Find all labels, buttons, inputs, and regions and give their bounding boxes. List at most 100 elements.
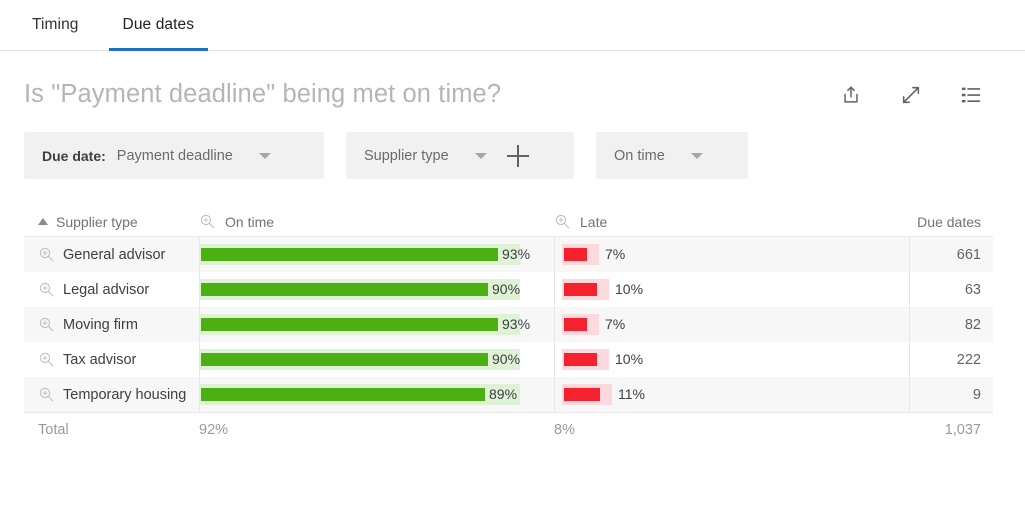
results-table: Supplier type On time Late Due dates Gen… bbox=[24, 207, 993, 447]
chevron-down-icon[interactable] bbox=[474, 152, 487, 159]
late-bar-track: 11% bbox=[562, 384, 645, 405]
cell-late: 7% bbox=[554, 237, 909, 272]
late-bar-track: 7% bbox=[562, 244, 625, 265]
table-row[interactable]: Tax advisor 90% 10% 222 bbox=[24, 342, 993, 377]
table-total-row: Total 92% 8% 1,037 bbox=[24, 412, 993, 447]
supplier-type-label: Tax advisor bbox=[63, 351, 137, 368]
on-time-percent-label: 90% bbox=[492, 351, 521, 367]
column-divider bbox=[554, 237, 555, 412]
chevron-down-icon[interactable] bbox=[258, 152, 271, 159]
cell-supplier-type: Temporary housing bbox=[24, 377, 199, 412]
on-time-bar-track: 90% bbox=[199, 279, 520, 300]
expand-icon[interactable] bbox=[899, 83, 923, 107]
late-bar-track: 7% bbox=[562, 314, 625, 335]
filter-supplier-type[interactable]: Supplier type bbox=[346, 132, 574, 179]
filter-on-time[interactable]: On time bbox=[596, 132, 748, 179]
cell-late: 11% bbox=[554, 377, 909, 412]
header-actions bbox=[839, 83, 1001, 107]
column-header-on-time[interactable]: On time bbox=[199, 213, 554, 230]
total-on-time: 92% bbox=[199, 422, 229, 438]
tab-timing[interactable]: Timing bbox=[10, 0, 101, 50]
table-row[interactable]: General advisor 93% 7% 661 bbox=[24, 237, 993, 272]
report-card: Is "Payment deadline" being met on time? bbox=[0, 51, 1025, 447]
cell-on-time: 90% bbox=[199, 272, 554, 307]
magnifier-plus-icon[interactable] bbox=[38, 281, 55, 298]
tab-due-dates-label: Due dates bbox=[122, 16, 195, 33]
column-divider bbox=[199, 237, 200, 412]
cell-late: 10% bbox=[554, 272, 909, 307]
filter-supplier-type-value: Supplier type bbox=[364, 147, 449, 164]
magnifier-plus-icon[interactable] bbox=[38, 386, 55, 403]
column-divider bbox=[909, 237, 910, 412]
total-late: 8% bbox=[554, 422, 575, 438]
on-time-bar-track: 89% bbox=[199, 384, 520, 405]
late-bar-track: 10% bbox=[562, 279, 643, 300]
card-header: Is "Payment deadline" being met on time? bbox=[24, 51, 1001, 109]
magnifier-plus-icon[interactable] bbox=[199, 213, 216, 230]
cell-late: 10% bbox=[554, 342, 909, 377]
late-percent-label: 7% bbox=[605, 316, 626, 332]
late-bar-fill bbox=[564, 248, 587, 261]
table-header-row: Supplier type On time Late Due dates bbox=[24, 207, 993, 236]
supplier-type-label: Temporary housing bbox=[63, 386, 187, 403]
late-bar-fill bbox=[564, 283, 597, 296]
on-time-bar-track: 90% bbox=[199, 349, 520, 370]
cell-due-dates: 222 bbox=[956, 351, 981, 368]
table-row[interactable]: Moving firm 93% 7% 82 bbox=[24, 307, 993, 342]
late-percent-label: 10% bbox=[615, 351, 644, 367]
cell-due-dates: 9 bbox=[972, 386, 981, 403]
cell-supplier-type: Legal advisor bbox=[24, 272, 199, 307]
total-due-dates: 1,037 bbox=[944, 422, 981, 438]
filter-due-date[interactable]: Due date: Payment deadline bbox=[24, 132, 324, 179]
cell-supplier-type: Moving firm bbox=[24, 307, 199, 342]
table-row[interactable]: Legal advisor 90% 10% 63 bbox=[24, 272, 993, 307]
column-header-due-dates[interactable]: Due dates bbox=[909, 214, 993, 230]
magnifier-plus-icon[interactable] bbox=[38, 316, 55, 333]
supplier-type-label: Moving firm bbox=[63, 316, 138, 333]
on-time-bar-fill bbox=[201, 318, 498, 331]
late-percent-label: 11% bbox=[618, 386, 645, 402]
on-time-bar-fill bbox=[201, 353, 488, 366]
late-percent-label: 10% bbox=[615, 281, 644, 297]
on-time-bar-track: 93% bbox=[199, 314, 530, 335]
on-time-bar-track: 93% bbox=[199, 244, 530, 265]
share-icon[interactable] bbox=[839, 83, 863, 107]
cell-late: 7% bbox=[554, 307, 909, 342]
magnifier-plus-icon[interactable] bbox=[554, 213, 571, 230]
cell-due-dates: 661 bbox=[956, 246, 981, 263]
table-row[interactable]: Temporary housing 89% 11% 9 bbox=[24, 377, 993, 412]
on-time-bar-fill bbox=[201, 388, 485, 401]
late-bar-track: 10% bbox=[562, 349, 643, 370]
add-filter-button[interactable] bbox=[506, 144, 529, 167]
on-time-percent-label: 93% bbox=[502, 246, 531, 262]
cell-supplier-type: General advisor bbox=[24, 237, 199, 272]
list-view-icon[interactable] bbox=[959, 83, 983, 107]
cell-due-dates: 82 bbox=[964, 316, 981, 333]
tab-due-dates[interactable]: Due dates bbox=[101, 0, 217, 51]
column-header-supplier-type[interactable]: Supplier type bbox=[24, 214, 199, 230]
cell-due-dates: 63 bbox=[964, 281, 981, 298]
column-header-late[interactable]: Late bbox=[554, 213, 909, 230]
cell-on-time: 89% bbox=[199, 377, 554, 412]
late-bar-fill bbox=[564, 353, 597, 366]
sort-ascending-icon[interactable] bbox=[38, 218, 48, 225]
on-time-percent-label: 90% bbox=[492, 281, 521, 297]
on-time-percent-label: 89% bbox=[489, 386, 518, 402]
supplier-type-label: General advisor bbox=[63, 246, 166, 263]
magnifier-plus-icon[interactable] bbox=[38, 351, 55, 368]
on-time-bar-fill bbox=[201, 248, 498, 261]
chevron-down-icon[interactable] bbox=[690, 152, 703, 159]
column-header-supplier-type-label: Supplier type bbox=[56, 213, 138, 230]
total-label: Total bbox=[38, 422, 69, 438]
cell-on-time: 93% bbox=[199, 307, 554, 342]
table-body: General advisor 93% 7% 661 Legal advisor 90% 1… bbox=[24, 236, 993, 412]
on-time-bar-fill bbox=[201, 283, 488, 296]
cell-on-time: 90% bbox=[199, 342, 554, 377]
cell-on-time: 93% bbox=[199, 237, 554, 272]
late-bar-fill bbox=[564, 388, 600, 401]
cell-supplier-type: Tax advisor bbox=[24, 342, 199, 377]
magnifier-plus-icon[interactable] bbox=[38, 246, 55, 263]
column-header-on-time-label: On time bbox=[225, 213, 275, 230]
tab-timing-label: Timing bbox=[32, 16, 79, 33]
on-time-percent-label: 93% bbox=[502, 316, 531, 332]
